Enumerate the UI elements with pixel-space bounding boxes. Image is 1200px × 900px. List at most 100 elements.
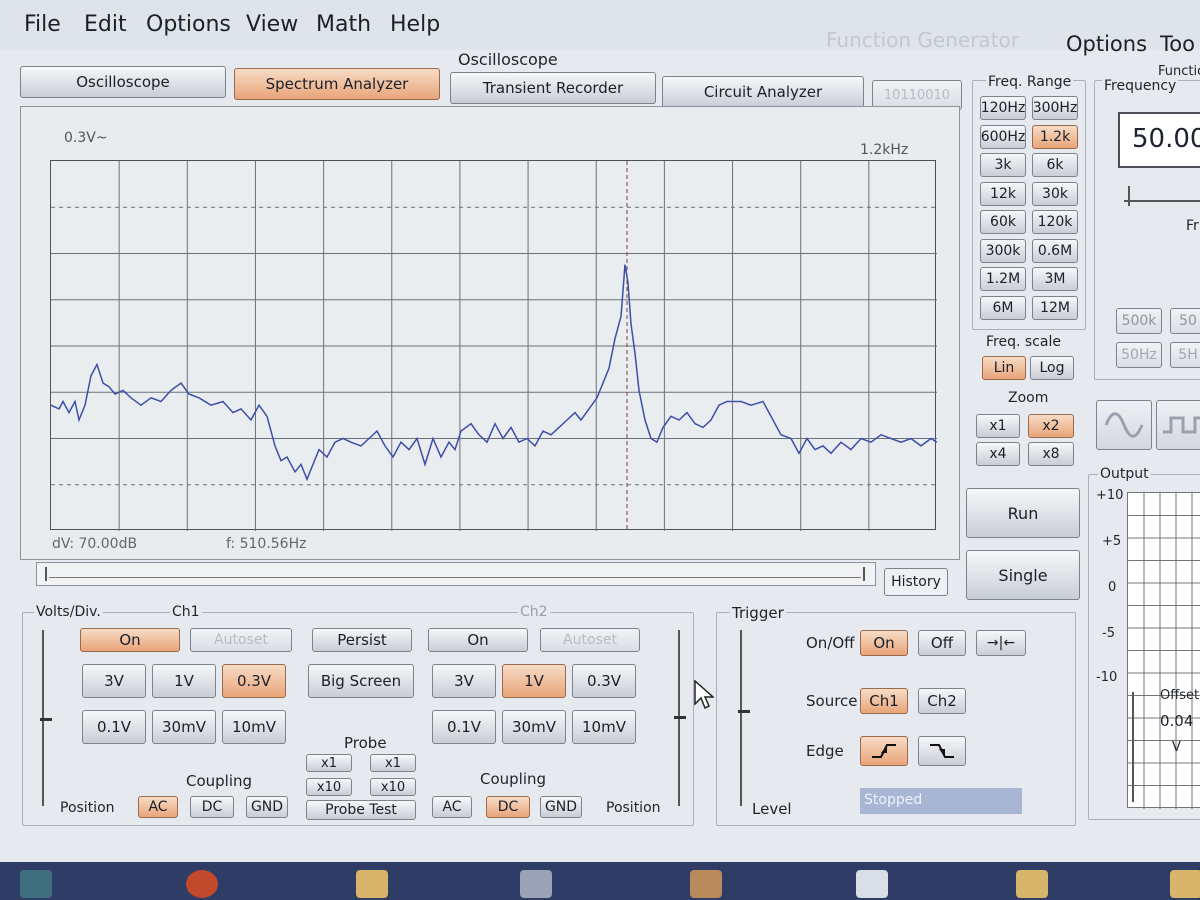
trigger-source-ch1-button[interactable]: Ch1 [860, 688, 908, 714]
ch2-volts-button[interactable]: 30mV [502, 710, 566, 744]
ch1-volts-button[interactable]: 30mV [152, 710, 216, 744]
trigger-level-slider[interactable] [734, 630, 750, 806]
ch1-on-button[interactable]: On [80, 628, 180, 652]
single-button[interactable]: Single [966, 550, 1080, 600]
ch1-ac-button[interactable]: AC [138, 796, 178, 818]
freq-range-button[interactable]: 600Hz [980, 124, 1026, 149]
ch2-slider-thumb[interactable] [674, 716, 686, 719]
freq-range-button[interactable]: 12M [1032, 295, 1078, 320]
zoom-x1-button[interactable]: x1 [976, 414, 1020, 438]
freq-range-button[interactable]: 0.6M [1032, 238, 1078, 263]
menu-file[interactable]: File [24, 12, 61, 37]
fg-5h-button[interactable]: 5H [1170, 342, 1200, 368]
zoom-x8-button[interactable]: x8 [1028, 442, 1074, 466]
trigger-slider-thumb[interactable] [738, 710, 750, 713]
history-scrollbar[interactable] [36, 562, 876, 586]
persist-button[interactable]: Persist [312, 628, 412, 652]
ch1-position-slider[interactable] [36, 630, 52, 806]
fg-menu-tools[interactable]: Too [1160, 32, 1195, 56]
fg-menu-options[interactable]: Options [1066, 32, 1147, 56]
freq-range-button[interactable]: 30k [1032, 181, 1078, 206]
trigger-center-button[interactable]: →|← [976, 630, 1026, 656]
fg-500k-label: 500k [1121, 313, 1157, 329]
ch2-volts-button[interactable]: 0.1V [432, 710, 496, 744]
ch1-volts-button[interactable]: 0.3V [222, 664, 286, 698]
ch2-position-slider[interactable] [672, 630, 688, 806]
ch1-volts-button[interactable]: 3V [82, 664, 146, 698]
freq-range-button[interactable]: 6k [1032, 153, 1078, 177]
ch1-dc-button[interactable]: DC [190, 796, 234, 818]
ch1-volts-button[interactable]: 0.1V [82, 710, 146, 744]
freq-range-button[interactable]: 300k [980, 238, 1026, 263]
ch2-ac-button[interactable]: AC [432, 796, 472, 818]
ch1-volts-button[interactable]: 10mV [222, 710, 286, 744]
ch1-probe-x10-button[interactable]: x10 [306, 778, 352, 796]
run-button[interactable]: Run [966, 488, 1080, 538]
freq-range-button[interactable]: 1.2M [980, 267, 1026, 291]
fg-offset-slider[interactable] [1132, 692, 1134, 802]
ch2-volts-button[interactable]: 1V [502, 664, 566, 698]
taskbar-folder-icon[interactable] [356, 870, 388, 898]
tab-transient-recorder[interactable]: Transient Recorder [450, 72, 656, 104]
trigger-rising-edge-button[interactable] [860, 736, 908, 766]
freq-scale-log-button[interactable]: Log [1030, 356, 1074, 380]
zoom-x4-button[interactable]: x4 [976, 442, 1020, 466]
freq-range-button[interactable]: 3k [980, 153, 1026, 177]
menu-edit[interactable]: Edit [84, 12, 127, 37]
menu-view[interactable]: View [246, 12, 298, 37]
ch2-on-button[interactable]: On [428, 628, 528, 652]
ch1-probe-x1-button[interactable]: x1 [306, 754, 352, 772]
freq-scale-lin-button[interactable]: Lin [982, 356, 1026, 380]
freq-range-button[interactable]: 120k [1032, 210, 1078, 234]
probe-test-button[interactable]: Probe Test [306, 800, 416, 820]
history-button[interactable]: History [884, 568, 948, 596]
ch1-volts-button[interactable]: 1V [152, 664, 216, 698]
ch2-dc-button[interactable]: DC [486, 796, 530, 818]
big-screen-button[interactable]: Big Screen [308, 664, 414, 698]
tab-spectrum-analyzer[interactable]: Spectrum Analyzer [234, 68, 440, 100]
ch2-probe-x1-button[interactable]: x1 [370, 754, 416, 772]
ch1-gnd-button[interactable]: GND [246, 796, 288, 818]
fg-frequency-slider[interactable] [1124, 200, 1200, 202]
menu-help[interactable]: Help [390, 12, 440, 37]
freq-range-button[interactable]: 60k [980, 210, 1026, 234]
tab-circuit-analyzer[interactable]: Circuit Analyzer [662, 76, 864, 108]
fg-sine-wave-button[interactable] [1096, 400, 1152, 450]
ch2-probe-x10-button[interactable]: x10 [370, 778, 416, 796]
tab-oscilloscope[interactable]: Oscilloscope [20, 66, 226, 98]
fg-500k-button[interactable]: 500k [1116, 308, 1162, 334]
ch2-volts-button[interactable]: 10mV [572, 710, 636, 744]
freq-range-button-label: 120k [1037, 214, 1073, 230]
fg-frequency-slider-thumb[interactable] [1128, 186, 1130, 206]
fg-50hz-button[interactable]: 50Hz [1116, 342, 1162, 368]
taskbar-document-icon[interactable] [856, 870, 888, 898]
ch1-probe-x10-label: x10 [316, 779, 342, 795]
trigger-falling-edge-button[interactable] [918, 736, 966, 766]
freq-range-button[interactable]: 300Hz [1032, 96, 1078, 120]
taskbar-tools-icon[interactable] [690, 870, 722, 898]
zoom-x2-button[interactable]: x2 [1028, 414, 1074, 438]
ch2-volts-button[interactable]: 3V [432, 664, 496, 698]
trigger-on-button[interactable]: On [860, 630, 908, 656]
menu-options[interactable]: Options [146, 12, 231, 37]
ch2-gnd-button[interactable]: GND [540, 796, 582, 818]
trigger-off-button[interactable]: Off [918, 630, 966, 656]
taskbar-browser-icon[interactable] [186, 870, 218, 898]
freq-range-button[interactable]: 12k [980, 181, 1026, 206]
freq-range-button[interactable]: 1.2k [1032, 124, 1078, 149]
fg-functions-label: Functio [1158, 64, 1200, 79]
freq-range-button[interactable]: 120Hz [980, 96, 1026, 120]
taskbar-folder3-icon[interactable] [1170, 870, 1200, 898]
ch1-slider-thumb[interactable] [40, 718, 52, 721]
fg-50-button[interactable]: 50 [1170, 308, 1200, 334]
taskbar-monitor-icon[interactable] [20, 870, 52, 898]
taskbar-drive-icon[interactable] [520, 870, 552, 898]
trigger-source-ch2-button[interactable]: Ch2 [918, 688, 966, 714]
taskbar-folder2-icon[interactable] [1016, 870, 1048, 898]
menu-math[interactable]: Math [316, 12, 371, 37]
fg-square-wave-button[interactable] [1156, 400, 1200, 450]
ch2-volts-button[interactable]: 0.3V [572, 664, 636, 698]
freq-range-button[interactable]: 3M [1032, 267, 1078, 291]
freq-range-button[interactable]: 6M [980, 295, 1026, 320]
ch1-dc-label: DC [201, 799, 223, 815]
